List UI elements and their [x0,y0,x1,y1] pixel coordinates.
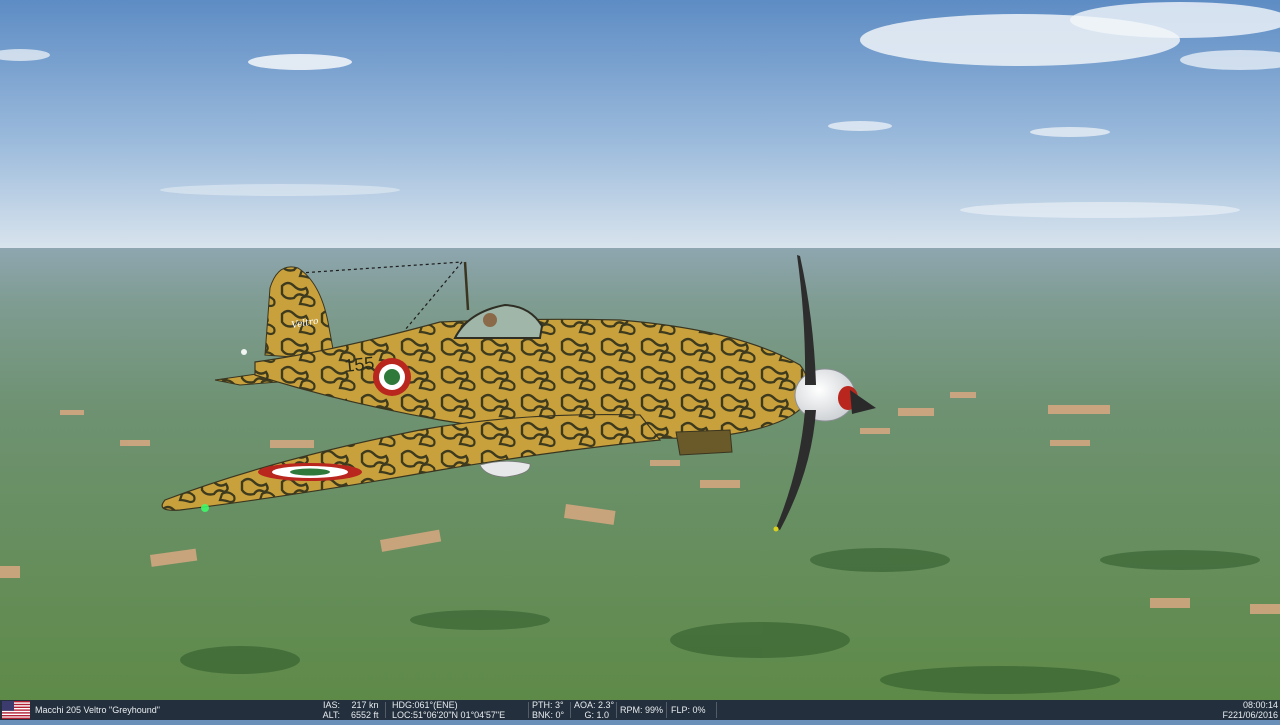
us-flag-icon [2,701,30,719]
hud-status-bar: Macchi 205 Veltro "Greyhound" IAS: 217 k… [0,700,1280,720]
aircraft-name: Macchi 205 Veltro "Greyhound" [35,705,160,715]
loc-label: LOC: [392,710,414,720]
pth-label: PTH: [532,700,553,710]
hud-attitude: PTH: 3° BNK: 0° [532,700,568,720]
hud-divider [666,702,667,718]
loc-value: 51°06'20"N 01°04'57"E [413,710,506,720]
hud-speed-altitude: IAS: 217 kn ALT: 6552 ft [300,700,379,720]
alt-value: 6552 ft [350,710,379,720]
tail-number: 155 [343,353,375,376]
rpm-value: 99% [645,705,664,715]
hud-heading-location: HDG:061°(ENE) LOC:51°06'20"N 01°04'57"E [392,700,527,720]
alt-label: ALT: [322,710,340,720]
bnk-value: 0° [555,710,565,720]
flp-label: FLP: [671,705,691,715]
hud-rpm: RPM: 99% [620,705,664,725]
ias-label: IAS: [322,700,340,710]
game-date: F221/06/2016 [1222,710,1278,720]
hud-divider [385,702,386,718]
hud-divider [716,702,717,718]
ias-value: 217 kn [351,700,379,710]
terrain [0,248,1280,700]
aoa-value: 2.3° [598,700,615,710]
fuselage-roundel [373,358,411,396]
hud-flaps: FLP: 0% [671,705,711,725]
rpm-label: RPM: [620,705,643,715]
wingtip-light [201,504,209,512]
hud-divider [616,702,617,718]
aoa-label: AOA: [574,700,596,710]
g-label: G: [584,710,594,720]
pilot-figure [483,313,497,327]
hdg-label: HDG: [392,700,415,710]
hud-clock: 08:00:14 F221/06/2016 [1222,700,1278,720]
tail-light [241,349,247,355]
sky [0,0,1280,260]
g-value: 1.0 [596,710,610,720]
hdg-value: 061°(ENE) [414,700,458,710]
hud-aoa-g: AOA: 2.3° G: 1.0 [574,700,616,720]
game-viewport[interactable]: 155 Veltro [0,0,1280,720]
hud-divider [528,702,529,718]
flp-value: 0% [692,705,706,715]
pth-value: 3° [555,700,564,710]
wing-roundel [258,463,362,481]
game-time: 08:00:14 [1242,700,1278,710]
radiator [675,429,733,456]
bnk-label: BNK: [532,710,554,720]
hud-divider [570,702,571,718]
